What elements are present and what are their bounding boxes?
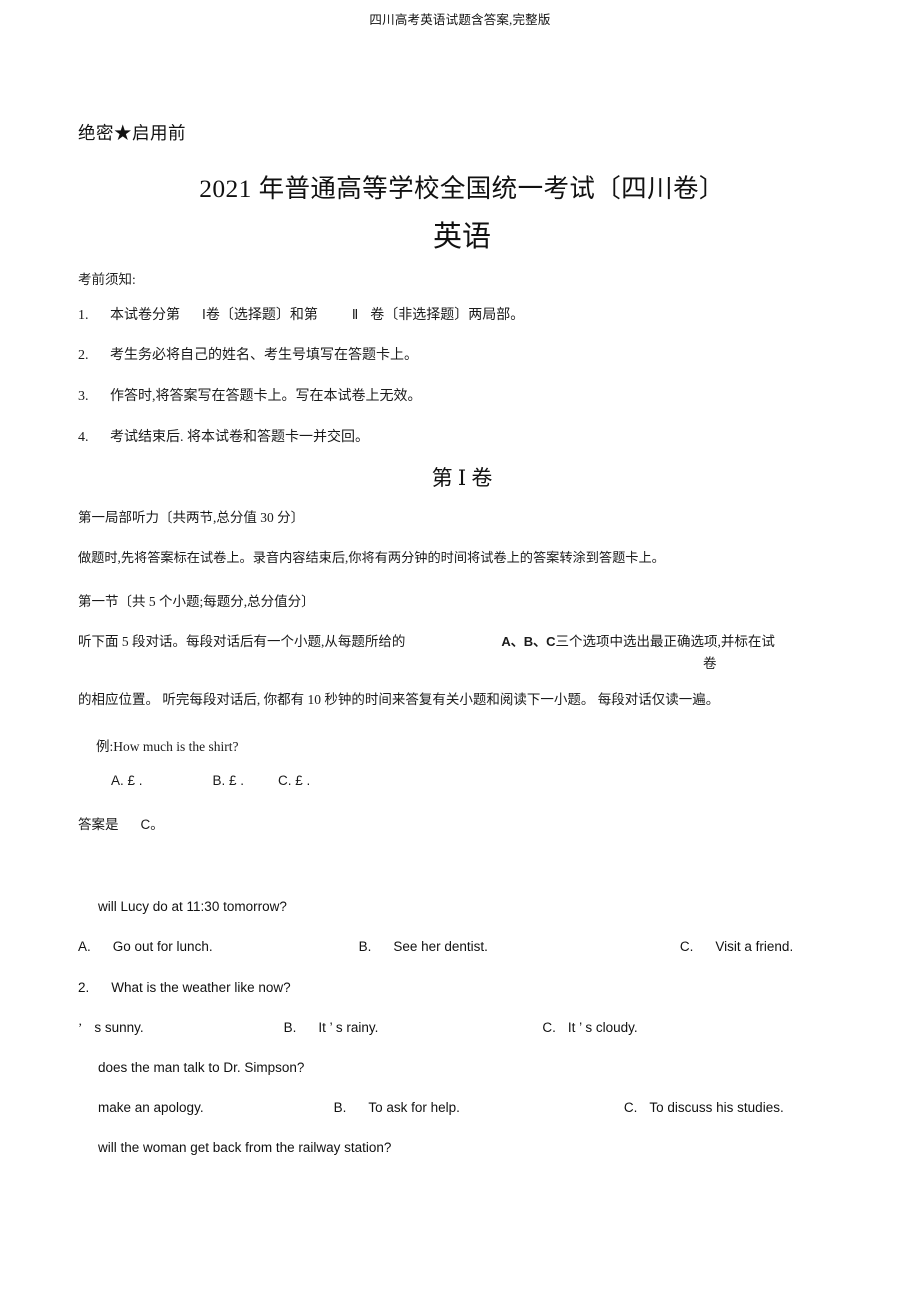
note-number: 2. bbox=[78, 348, 89, 363]
question-2-option-b-text[interactable]: It ’ s rainy. bbox=[318, 1020, 378, 1035]
question-3-option-a-text[interactable]: make an apology. bbox=[98, 1100, 204, 1115]
note-number: 4. bbox=[78, 430, 89, 445]
note-text: 考试结束后. 将本试卷和答题卡一并交回。 bbox=[110, 430, 369, 445]
answer-transfer-instruction: 做题时,先将答案标在试卷上。录音内容结束后,你将有两分钟的时间将试卷上的答案转涂… bbox=[78, 550, 665, 565]
listening-instruction-line-2: 的相应位置。 听完每段对话后, 你都有 10 秒钟的时间来答复有关小题和阅读下一… bbox=[78, 692, 720, 707]
note-number: 1. bbox=[78, 308, 89, 323]
running-header: 四川高考英语试题含答案,完整版 bbox=[369, 13, 551, 27]
question-3-option-c-label[interactable]: C. bbox=[624, 1100, 638, 1115]
question-1-option-a-text[interactable]: Go out for lunch. bbox=[113, 939, 213, 954]
note-item-3: 3. 作答时,将答案写在答题卡上。写在本试卷上无效。 bbox=[78, 385, 422, 405]
secret-notice: 绝密★启用前 bbox=[78, 123, 186, 143]
question-2-stem: 2. What is the weather like now? bbox=[78, 980, 291, 995]
option-letters-abc: A、B、C bbox=[501, 634, 556, 649]
question-2-stem-text: What is the weather like now? bbox=[111, 980, 291, 995]
listening-instruction-wrap: 卷 bbox=[703, 656, 717, 671]
note-text: 考生务必将自己的姓名、考生号填写在答题卡上。 bbox=[110, 348, 418, 363]
question-3-option-b-text[interactable]: To ask for help. bbox=[368, 1100, 460, 1115]
example-option-b: B. £ . bbox=[212, 773, 245, 788]
example-answer: 答案是 C。 bbox=[78, 813, 164, 833]
question-3-stem: does the man talk to Dr. Simpson? bbox=[98, 1060, 305, 1075]
note-text-after: 卷〔非选择题〕两局部。 bbox=[370, 308, 525, 323]
listening-instruction-text-after: 三个选项中选出最正确选项,并标在试 bbox=[555, 634, 775, 649]
question-1-option-c-label[interactable]: C. bbox=[680, 939, 694, 954]
part-one-heading: 第一节〔共 5 个小题;每题分,总分值分〕 bbox=[78, 594, 315, 609]
listening-instruction-text-before: 听下面 5 段对话。每段对话后有一个小题,从每题所给的 bbox=[78, 634, 406, 649]
note-text-before: 本试卷分第 bbox=[110, 308, 180, 323]
roman-numeral-two: Ⅱ bbox=[351, 307, 359, 322]
question-3-options: make an apology. B. To ask for help. C. To d… bbox=[98, 1100, 784, 1115]
note-item-2: 2. 考生务必将自己的姓名、考生号填写在答题卡上。 bbox=[78, 344, 418, 364]
question-2-option-a-text[interactable]: s sunny. bbox=[94, 1020, 143, 1035]
question-3-option-c-text[interactable]: To discuss his studies. bbox=[649, 1100, 783, 1115]
question-4-stem: will the woman get back from the railway… bbox=[98, 1140, 392, 1155]
subject-title: 英语 bbox=[432, 221, 491, 253]
example-stem: 例:How much is the shirt? bbox=[96, 739, 239, 754]
note-text: 作答时,将答案写在答题卡上。写在本试卷上无效。 bbox=[110, 389, 422, 404]
question-3-option-b-label[interactable]: B. bbox=[334, 1100, 347, 1115]
question-2-option-a-quote: ’ bbox=[78, 1020, 83, 1035]
note-item-1: 1. 本试卷分第 Ⅰ卷〔选择题〕和第 Ⅱ 卷〔非选择题〕两局部。 bbox=[78, 304, 524, 324]
question-1-option-c-text[interactable]: Visit a friend. bbox=[715, 939, 793, 954]
document-page: 四川高考英语试题含答案,完整版 绝密★启用前 2021 年普通高等学校全国统一考… bbox=[0, 0, 920, 1303]
example-option-a: A. £ . bbox=[111, 773, 143, 788]
example-options: A. £ . B. £ . C. £ . bbox=[111, 773, 310, 788]
section-one-heading: 第一局部听力〔共两节,总分值 30 分〕 bbox=[78, 510, 305, 525]
example-answer-value: C。 bbox=[140, 817, 164, 832]
question-1-option-a-label[interactable]: A. bbox=[78, 939, 91, 954]
question-2-option-c-text[interactable]: It ’ s cloudy. bbox=[568, 1020, 638, 1035]
note-item-4: 4. 考试结束后. 将本试卷和答题卡一并交回。 bbox=[78, 426, 369, 446]
note-text-mid: 卷〔选择题〕和第 bbox=[205, 308, 318, 323]
question-1-options: A. Go out for lunch. B. See her dentist. C. V… bbox=[78, 939, 793, 954]
question-1-option-b-label[interactable]: B. bbox=[359, 939, 372, 954]
question-2-number: 2. bbox=[78, 980, 90, 995]
question-1-stem: will Lucy do at 11:30 tomorrow? bbox=[98, 899, 287, 914]
question-2-options: ’ s sunny. B. It ’ s rainy. C. It ’ s cloudy. bbox=[78, 1020, 638, 1036]
paper-part-heading: 第 Ⅰ 卷 bbox=[431, 466, 493, 490]
page-title: 2021 年普通高等学校全国统一考试〔四川卷〕 bbox=[199, 174, 725, 203]
example-option-c: C. £ . bbox=[278, 773, 311, 788]
listening-instruction-line-1: 听下面 5 段对话。每段对话后有一个小题,从每题所给的 A、B、C三个选项中选出最… bbox=[78, 630, 775, 650]
example-answer-label: 答案是 bbox=[78, 817, 119, 832]
question-2-option-c-label[interactable]: C. bbox=[542, 1020, 556, 1035]
notes-label: 考前须知: bbox=[78, 272, 136, 287]
note-number: 3. bbox=[78, 389, 89, 404]
question-1-option-b-text[interactable]: See her dentist. bbox=[393, 939, 488, 954]
question-2-option-b-label[interactable]: B. bbox=[284, 1020, 297, 1035]
